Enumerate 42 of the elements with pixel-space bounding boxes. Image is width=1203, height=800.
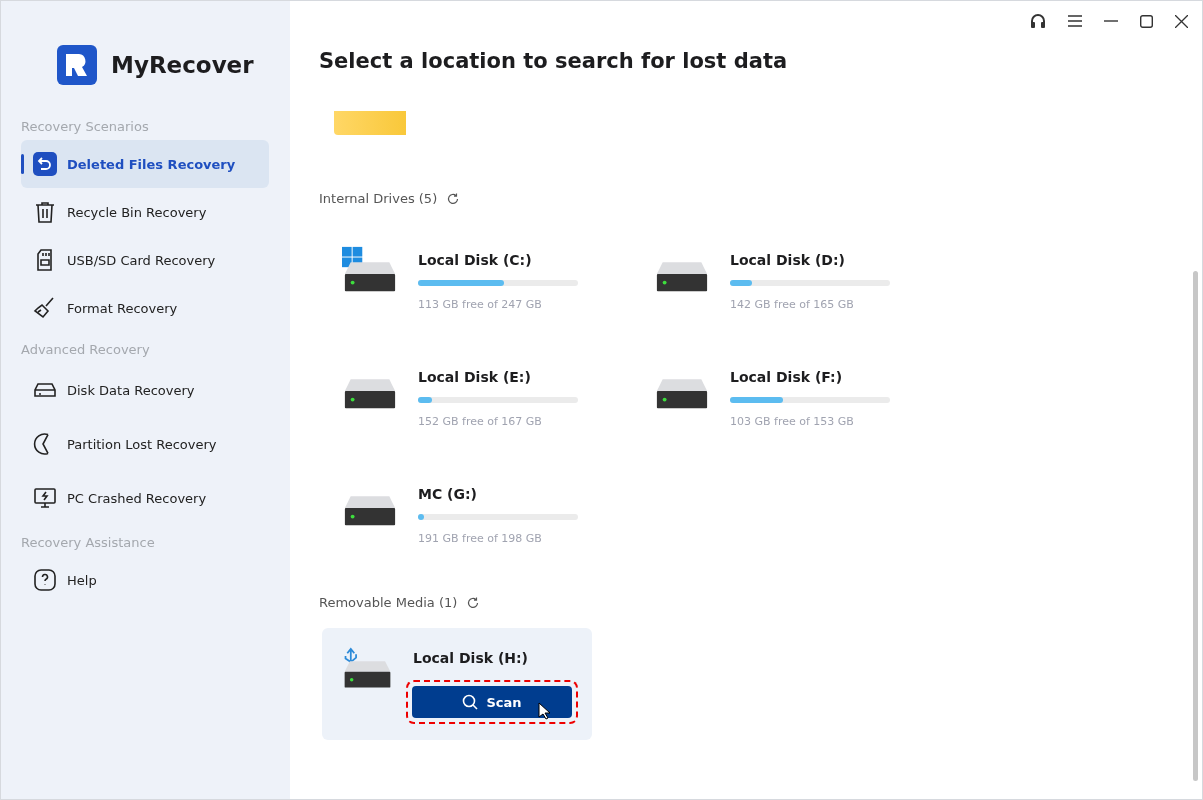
drive-space: 142 GB free of 165 GB [730, 298, 855, 311]
drive-space: 152 GB free of 167 GB [418, 415, 543, 428]
maximize-icon[interactable] [1140, 14, 1153, 28]
sidebar-item[interactable]: Disk Data Recovery [21, 363, 269, 417]
drive-name: Local Disk (F:) [730, 369, 844, 385]
scan-button[interactable]: Scan [412, 686, 572, 718]
monitor-icon [33, 486, 57, 510]
drive-space: 191 GB free of 198 GB [418, 532, 543, 545]
undo-icon [33, 152, 57, 176]
sidebar-item[interactable]: Partition Lost Recovery [21, 417, 269, 471]
sidebar-item[interactable]: Recycle Bin Recovery [21, 188, 269, 236]
section-label: Removable Media (1) [319, 595, 458, 610]
menu-icon[interactable] [1068, 15, 1082, 27]
drive-name: Local Disk (H:) [413, 650, 529, 666]
app-name: MyRecover [111, 52, 254, 78]
drive-name: Local Disk (D:) [730, 252, 846, 268]
sidebar-item[interactable]: Help [21, 556, 269, 604]
cursor-icon [538, 702, 550, 720]
sidebar-item[interactable]: Format Recovery [21, 284, 269, 332]
refresh-icon[interactable] [447, 192, 460, 205]
logo-icon [57, 45, 97, 85]
section-label: Internal Drives (5) [319, 191, 438, 206]
trash-icon [33, 200, 57, 224]
refresh-icon[interactable] [467, 596, 480, 609]
search-icon [462, 694, 479, 710]
drive-space: 113 GB free of 247 GB [418, 298, 543, 311]
help-icon [33, 568, 57, 592]
close-icon[interactable] [1175, 14, 1188, 28]
sidebar-item[interactable]: PC Crashed Recovery [21, 471, 269, 525]
sidebar-item[interactable]: Deleted Files Recovery [21, 140, 269, 188]
section-heading: Recovery Scenarios [21, 119, 150, 134]
drive-name: Local Disk (C:) [418, 252, 533, 268]
drive-card[interactable]: Local Disk (H:) Scan [322, 628, 592, 740]
broom-icon [33, 296, 57, 320]
sidebar-item[interactable]: USB/SD Card Recovery [21, 236, 269, 284]
drive-name: Local Disk (E:) [418, 369, 532, 385]
section-heading: Recovery Assistance [21, 535, 156, 550]
section-heading: Advanced Recovery [21, 342, 151, 357]
page-title: Select a location to search for lost data [319, 49, 789, 73]
drive-space: 103 GB free of 153 GB [730, 415, 855, 428]
drive-name: MC (G:) [418, 486, 478, 502]
headset-icon[interactable] [1030, 13, 1046, 29]
